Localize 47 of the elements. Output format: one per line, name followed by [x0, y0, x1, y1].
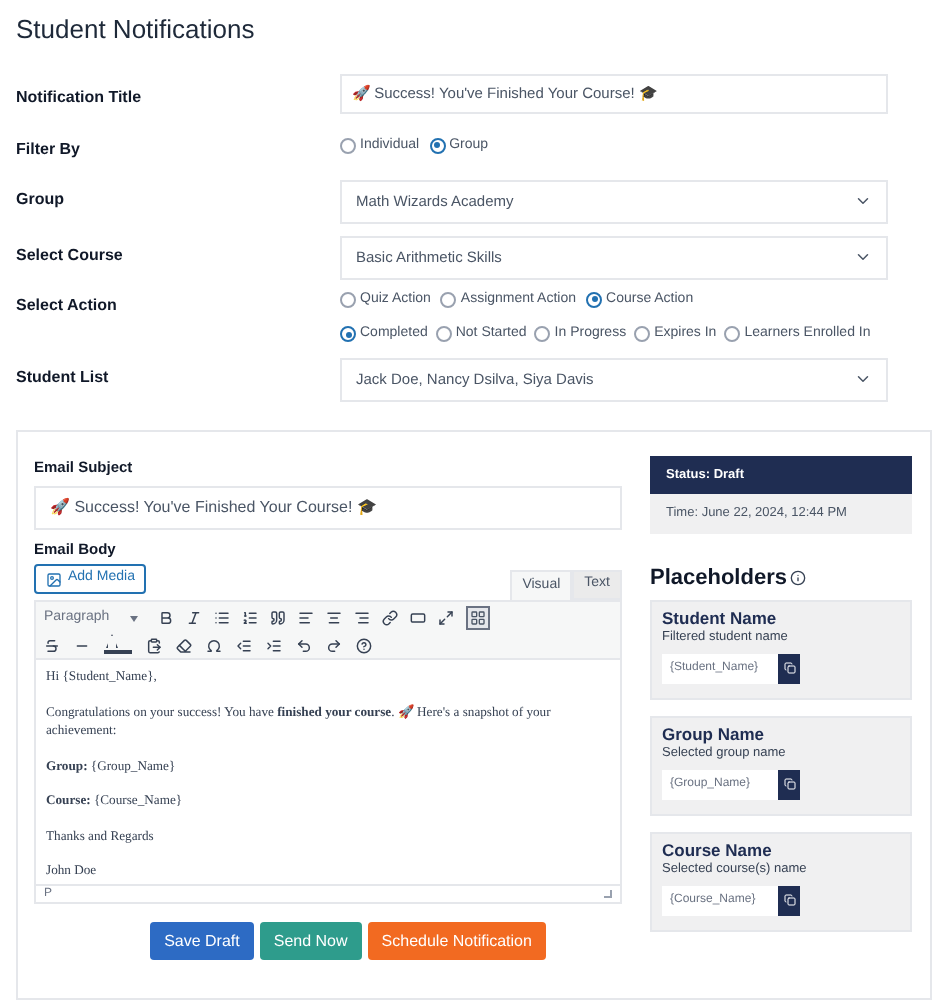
field-label: Notification Title: [16, 85, 144, 109]
toolbar-toggle[interactable]: [465, 606, 490, 630]
copy-icon: [783, 778, 795, 791]
copy-button[interactable]: [778, 653, 800, 684]
bullet-list-icon[interactable]: [213, 610, 230, 626]
fullscreen-icon[interactable]: [437, 610, 454, 626]
action-button[interactable]: Save Draft: [150, 922, 254, 960]
copy-icon: [783, 662, 795, 675]
read-more-icon[interactable]: [409, 610, 426, 626]
placeholders-title: Placeholders: [650, 564, 787, 594]
field-label: Group: [16, 187, 66, 211]
eraser-icon[interactable]: [176, 637, 192, 653]
strikethrough-icon[interactable]: [44, 637, 60, 653]
placeholder-name: Student Name: [662, 609, 779, 628]
align-left-icon[interactable]: [297, 610, 314, 626]
numbered-list-icon[interactable]: [241, 610, 258, 626]
link-icon[interactable]: [381, 610, 398, 626]
redo-icon[interactable]: [326, 637, 342, 653]
chevron-down-icon: [854, 248, 872, 266]
page-title: Student Notifications: [16, 12, 257, 48]
field-label: Select Course: [16, 243, 125, 267]
chevron-down-icon: [854, 370, 872, 388]
italic-icon[interactable]: [185, 610, 202, 626]
indent-icon[interactable]: [266, 637, 282, 653]
placeholder-name: Group Name: [662, 725, 767, 744]
help-icon[interactable]: [356, 637, 372, 653]
media-icon: [46, 571, 62, 587]
outdent-icon[interactable]: [236, 637, 252, 653]
copy-button[interactable]: [778, 769, 800, 800]
caret-icon: [129, 615, 138, 621]
undo-icon[interactable]: [296, 637, 312, 653]
resize-handle[interactable]: [604, 890, 612, 898]
field-label: Student List: [16, 365, 111, 389]
placeholder-name: Course Name: [662, 841, 774, 860]
subject-field[interactable]: 🚀 Success! You've Finished Your Course! 🎓: [34, 485, 622, 530]
copy-icon: [783, 894, 795, 907]
align-right-icon[interactable]: [353, 610, 370, 626]
copy-button[interactable]: [778, 885, 800, 916]
align-center-icon[interactable]: [325, 610, 342, 626]
paste-text-icon[interactable]: [146, 637, 162, 653]
omega-icon[interactable]: [206, 637, 222, 653]
bold-icon[interactable]: [157, 610, 174, 626]
field-label: Filter By: [16, 137, 83, 161]
quote-icon[interactable]: [269, 610, 286, 626]
chevron-down-icon: [854, 192, 872, 210]
info-icon[interactable]: [790, 570, 807, 587]
field-label: Select Action: [16, 293, 119, 317]
